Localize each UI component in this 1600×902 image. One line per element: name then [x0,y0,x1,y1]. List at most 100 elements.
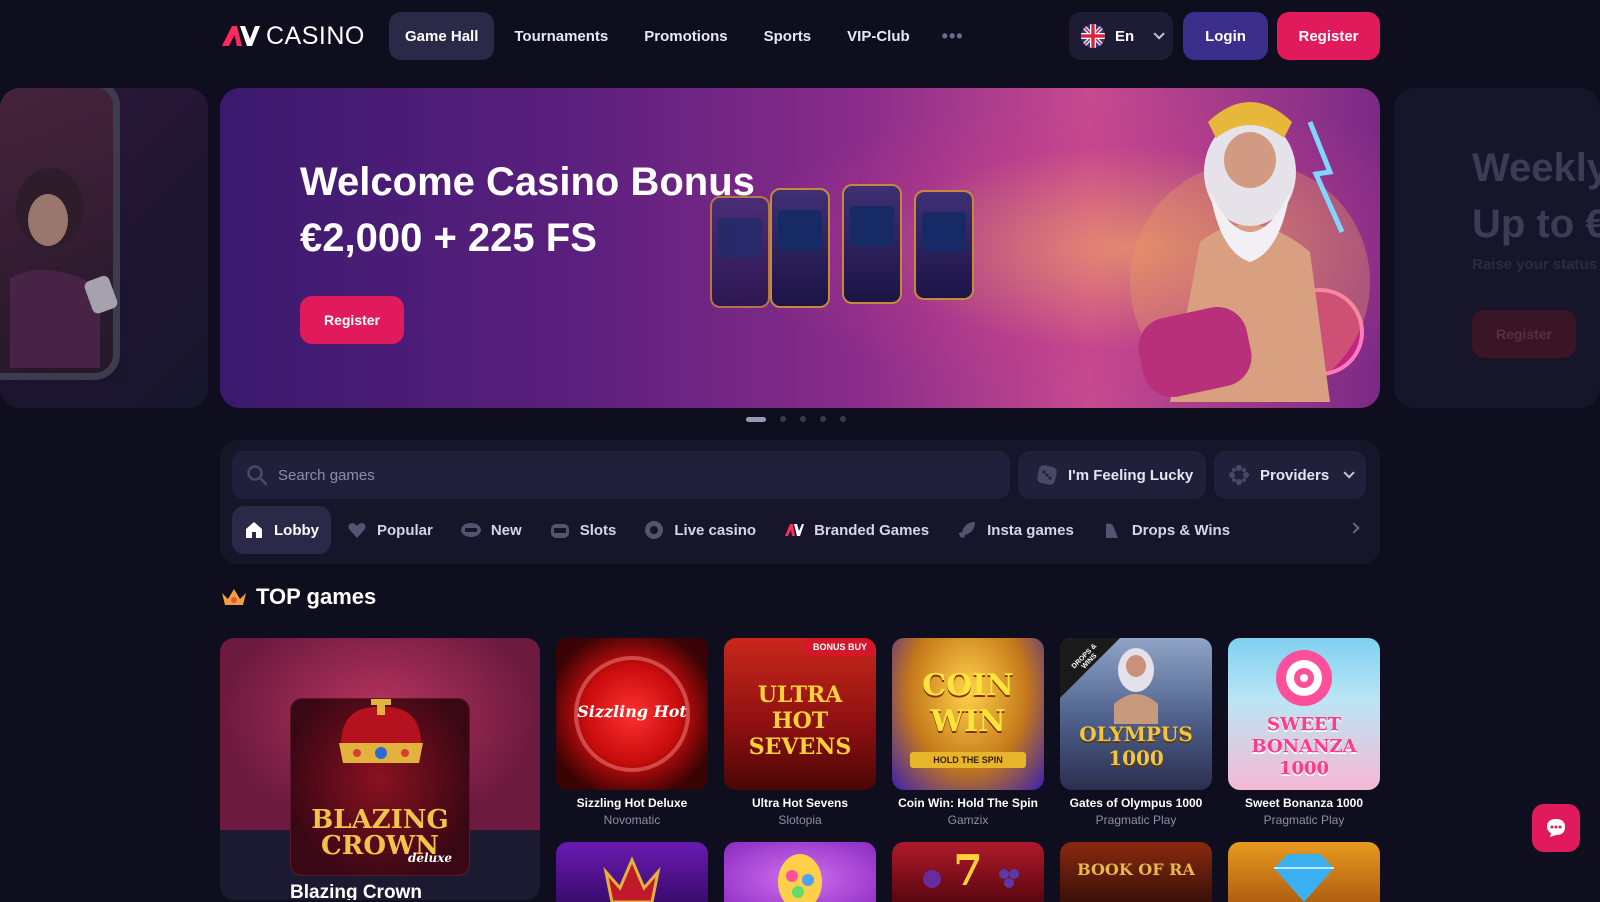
next-slide-title-line1: Weekly [1472,146,1600,190]
game-name: Ultra Hot Sevens [751,796,849,810]
nav-promotions[interactable]: Promotions [628,12,743,60]
zeus-illustration [1130,102,1370,402]
login-button[interactable]: Login [1183,12,1268,60]
search-input[interactable]: Search games [232,451,1010,499]
game-provider: Pragmatic Play [1095,813,1177,827]
providers-label: Providers [1260,466,1330,484]
nav-sports[interactable]: Sports [748,12,828,60]
casino-logo[interactable]: CASINO [220,22,365,50]
category-insta-games[interactable]: Insta games [945,506,1086,554]
carousel-pagination [746,416,846,422]
drops-icon [1105,523,1118,538]
hero-banner[interactable]: Welcome Casino Bonus €2,000 + 225 FS Reg… [220,88,1380,408]
feeling-lucky-label: I'm Feeling Lucky [1068,466,1194,484]
game-card[interactable] [724,842,876,902]
game-provider: Slotopia [778,813,822,827]
next-slide-subtitle: Raise your status [1472,256,1598,273]
category-label: Branded Games [814,521,930,539]
zeus-icon [1114,648,1158,724]
category-drops-wins[interactable]: Drops & Wins [1090,506,1242,554]
category-label: Drops & Wins [1131,521,1231,539]
dice-icon [1037,465,1057,485]
category-label: Insta games [987,521,1074,539]
grapes-icon [999,869,1019,888]
game-provider: Gamzix [947,813,989,827]
game-provider: Pragmatic Play [1263,813,1345,827]
heart-icon [348,523,366,538]
carousel-dot[interactable] [780,416,786,422]
prev-slide[interactable] [0,88,208,408]
featured-game-card[interactable]: BLAZING CROWN deluxe Blazing Crown [220,638,540,900]
category-tabs: Lobby Popular New Slots Live casino Bran… [232,506,1246,554]
top-games-title: TOP games [256,584,377,609]
category-new[interactable]: New [449,506,534,554]
category-label: Lobby [274,521,319,539]
category-branded-games[interactable]: Branded Games [772,506,941,554]
category-label: Slots [579,521,617,539]
register-button[interactable]: Register [1277,12,1380,60]
plum-icon [923,870,941,888]
more-menu-icon[interactable]: ••• [930,12,976,60]
chip-icon [645,521,664,539]
carousel-dot[interactable] [746,416,766,422]
game-card[interactable]: BOOK OF RA [1060,842,1212,902]
category-lobby[interactable]: Lobby [232,506,331,554]
game-card[interactable] [556,842,708,902]
game-card[interactable]: Sizzling Hot Sizzling Hot Deluxe Novomat… [556,638,708,827]
nav-vip-club[interactable]: VIP-Club [831,12,926,60]
category-slots[interactable]: Slots [538,506,629,554]
carousel-dot[interactable] [820,416,826,422]
game-thumbnail: BONUS BUY ULTRA HOT SEVENS [724,638,876,790]
category-label: Popular [377,521,433,539]
nav-tournaments[interactable]: Tournaments [498,12,624,60]
new-badge-icon [460,523,481,537]
game-card[interactable]: BONUS BUY ULTRA HOT SEVENS Ultra Hot Sev… [724,638,876,827]
game-thumbnail: DROPS & WINS OLYMPUS 1000 [1060,638,1212,790]
chat-button[interactable] [1532,804,1580,852]
game-name: Coin Win: Hold The Spin [898,796,1038,810]
providers-dropdown[interactable]: Providers [1214,451,1366,499]
lollipop-icon [1276,650,1332,706]
uk-flag-icon [1081,24,1105,48]
game-name: Sweet Bonanza 1000 [1244,796,1364,810]
game-card[interactable]: COIN WIN HOLD THE SPIN Coin Win: Hold Th… [892,638,1044,827]
category-live-casino[interactable]: Live casino [632,506,768,554]
carousel-dot[interactable] [840,416,846,422]
featured-art-text: deluxe [407,851,453,865]
next-slide-register-button[interactable]: Register [1472,310,1576,358]
game-art-text: COIN WIN [922,668,1014,739]
category-popular[interactable]: Popular [335,506,445,554]
slot-machine-image [770,188,830,308]
slot-machine-image [842,184,902,304]
crown-icon [603,856,661,902]
carousel-dot[interactable] [800,416,806,422]
language-selector[interactable]: En [1069,12,1173,60]
brand-logo-icon [785,524,805,536]
logo-text: CASINO [266,21,365,50]
slot-machine-image [914,190,974,300]
main-nav: Game Hall Tournaments Promotions Sports … [389,12,980,60]
hero-title: Welcome Casino Bonus €2,000 + 225 FS [300,154,755,266]
search-icon [247,465,268,486]
crown-icon [222,589,246,605]
game-card[interactable] [1228,842,1380,902]
nav-game-hall[interactable]: Game Hall [389,12,495,60]
rocket-icon [959,522,976,538]
providers-icon [1229,465,1249,485]
game-card[interactable]: DROPS & WINS OLYMPUS 1000 Gates of Olymp… [1060,638,1212,827]
egg-icon [778,854,822,902]
hero-register-button[interactable]: Register [300,296,404,344]
game-art-text: BOOK OF RA [1077,860,1195,879]
feeling-lucky-button[interactable]: I'm Feeling Lucky [1018,451,1206,499]
game-card[interactable]: SWEET BONANZA 1000 Sweet Bonanza 1000 Pr… [1228,638,1380,827]
game-card[interactable]: 7 [892,842,1044,902]
game-provider: Novomatic [603,813,661,827]
game-thumbnail: SWEET BONANZA 1000 [1228,638,1380,790]
game-art-text: OLYMPUS 1000 [1079,722,1193,770]
woman-illustration [10,168,118,368]
crown-illustration [339,699,423,763]
slot-machine-icon [550,524,569,538]
chevron-down-icon [1153,28,1165,40]
game-name: Sizzling Hot Deluxe [576,796,688,810]
next-slide[interactable]: Weekly Up to € Raise your status Registe… [1394,88,1600,408]
